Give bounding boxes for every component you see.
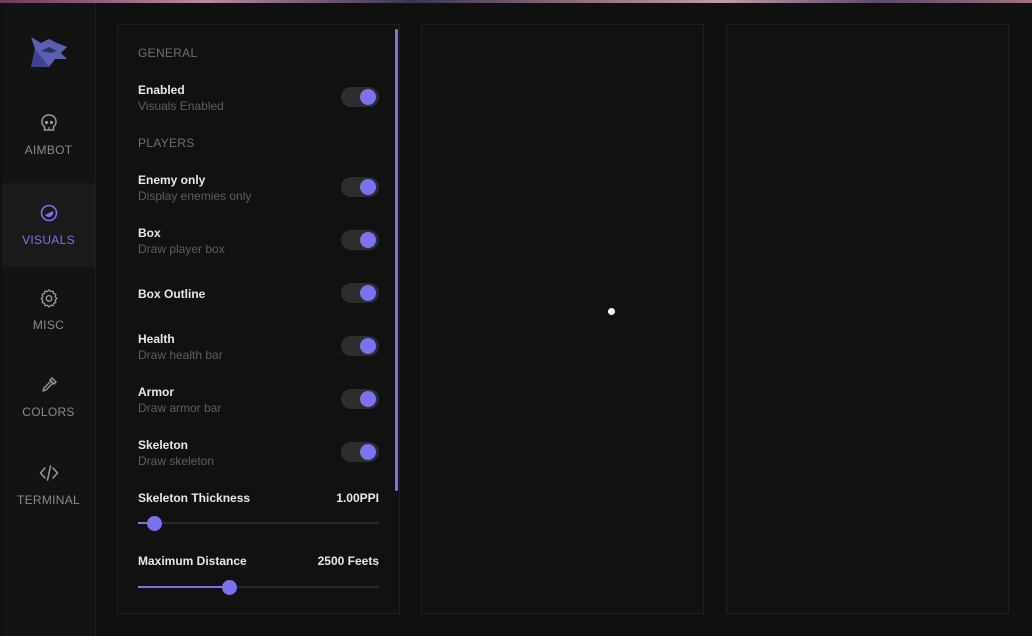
nav-label-visuals: VISUALS: [22, 233, 75, 247]
toggle-knob: [360, 338, 376, 354]
toggle-knob: [360, 391, 376, 407]
toggle-knob: [360, 89, 376, 105]
section-title-general: GENERAL: [138, 46, 198, 60]
toggle-knob: [360, 232, 376, 248]
eyedropper-icon: [41, 377, 57, 392]
skull-icon: [40, 114, 57, 131]
nav-label-terminal: TERMINAL: [16, 493, 81, 507]
nav-item-colors[interactable]: COLORS: [2, 355, 95, 439]
nav-label-aimbot: AIMBOT: [24, 143, 73, 157]
health-subtitle: Draw health bar: [138, 348, 223, 362]
skeleton-subtitle: Draw skeleton: [138, 454, 215, 468]
maximum-distance-title: Maximum Distance: [138, 554, 247, 568]
code-icon: [39, 465, 58, 481]
enabled-subtitle: Visuals Enabled: [138, 99, 224, 113]
nav-label-misc: MISC: [32, 318, 65, 332]
box-outline-title: Box Outline: [138, 287, 206, 301]
maximum-distance-value: 2500 Feets: [317, 554, 379, 568]
skeleton-toggle[interactable]: [341, 442, 379, 462]
sidebar: AIMBOT VISUALS MISC COLORS TERMINAL: [2, 3, 96, 636]
health-toggle[interactable]: [341, 336, 379, 356]
section-title-players: PLAYERS: [138, 136, 195, 150]
enabled-title: Enabled: [138, 83, 185, 97]
box-toggle[interactable]: [341, 230, 379, 250]
nav-item-visuals[interactable]: VISUALS: [2, 183, 95, 267]
gear-icon: [40, 289, 57, 308]
nav-item-terminal[interactable]: TERMINAL: [2, 443, 95, 527]
box-outline-toggle[interactable]: [341, 283, 379, 303]
nav-item-misc[interactable]: MISC: [2, 268, 95, 352]
maximum-distance-slider[interactable]: [138, 580, 379, 595]
preview-panel: [421, 24, 704, 614]
toggle-knob: [360, 179, 376, 195]
slider-fill: [138, 586, 230, 588]
skeleton-thickness-slider[interactable]: [138, 516, 379, 531]
toggle-knob: [360, 285, 376, 301]
slider-track: [138, 522, 379, 524]
settings-scrollbar[interactable]: [395, 29, 398, 491]
box-subtitle: Draw player box: [138, 242, 225, 256]
enemy-only-toggle[interactable]: [341, 177, 379, 197]
armor-title: Armor: [138, 385, 175, 399]
enemy-only-subtitle: Display enemies only: [138, 189, 252, 203]
toggle-knob: [360, 444, 376, 460]
armor-subtitle: Draw armor bar: [138, 401, 222, 415]
app-window: AIMBOT VISUALS MISC COLORS TERMINAL GENE…: [0, 3, 1032, 636]
crosshair-dot: [608, 308, 615, 315]
health-title: Health: [138, 332, 175, 346]
enemy-only-title: Enemy only: [138, 173, 206, 187]
slider-thumb[interactable]: [222, 580, 237, 595]
side-panel: [726, 24, 1009, 614]
skeleton-thickness-title: Skeleton Thickness: [138, 491, 251, 505]
slider-thumb[interactable]: [147, 516, 162, 531]
nav-item-aimbot[interactable]: AIMBOT: [2, 93, 95, 177]
enabled-toggle[interactable]: [341, 87, 379, 107]
eye-icon: [40, 204, 57, 222]
wolf-logo-icon: [31, 37, 67, 67]
armor-toggle[interactable]: [341, 389, 379, 409]
box-title: Box: [138, 226, 161, 240]
skeleton-thickness-value: 1.00PPI: [336, 491, 379, 505]
nav-label-colors: COLORS: [22, 405, 75, 419]
skeleton-title: Skeleton: [138, 438, 189, 452]
